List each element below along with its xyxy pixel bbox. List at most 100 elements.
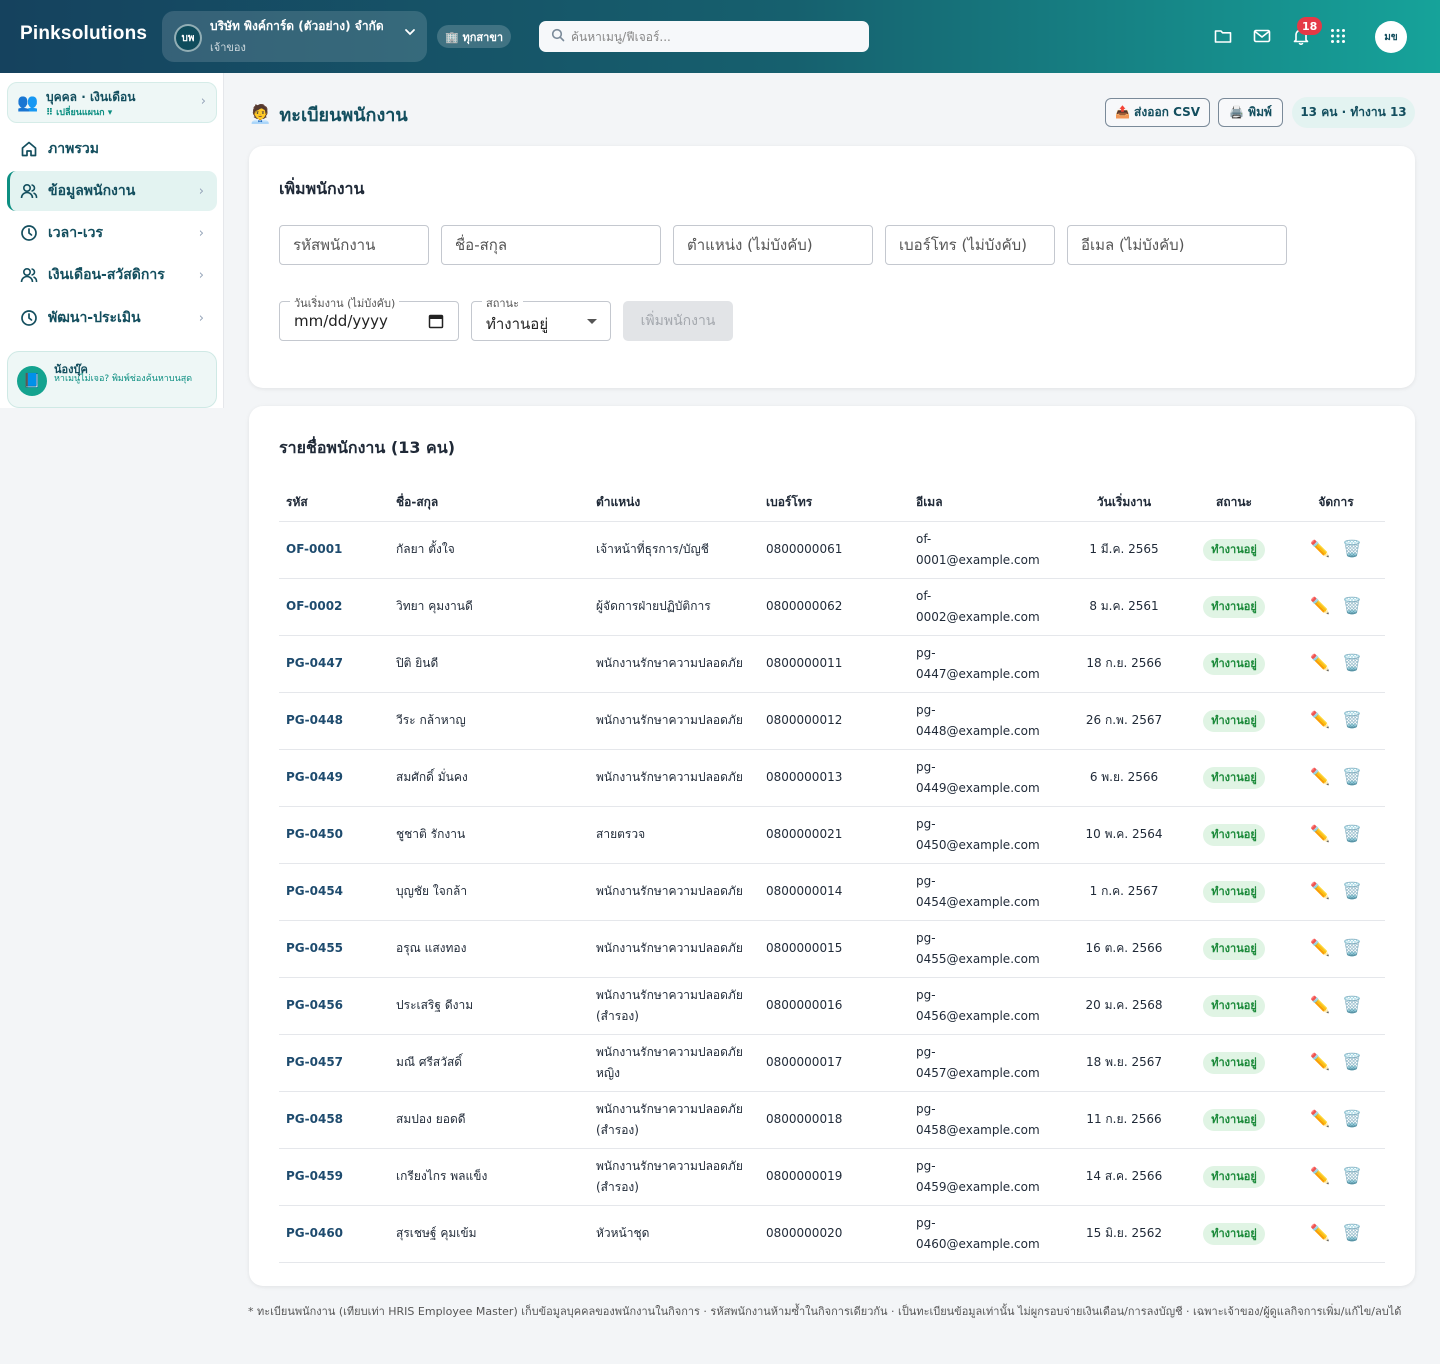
start-date-value[interactable]: mm/dd/yyyy xyxy=(294,312,388,330)
edit-icon[interactable]: ✏️ xyxy=(1310,1165,1330,1186)
email-field[interactable] xyxy=(1067,225,1287,265)
phone-input[interactable] xyxy=(886,226,1054,264)
employee-code[interactable]: OF-0001 xyxy=(279,521,389,579)
column-header-name[interactable]: ชื่อ-สกุล xyxy=(389,484,589,522)
full-name-input[interactable] xyxy=(442,226,660,264)
table-row[interactable]: OF-0002 วิทยา คุมงานดี ผู้จัดการฝ่ายปฏิบัต… xyxy=(279,578,1385,636)
table-row[interactable]: PG-0454 บุญชัย ใจกล้า พนักงานรักษาความปลอด… xyxy=(279,863,1385,921)
delete-icon[interactable]: 🗑️ xyxy=(1342,1051,1362,1072)
position-input[interactable] xyxy=(674,226,872,264)
employee-code-field[interactable] xyxy=(279,225,429,265)
employee-code[interactable]: PG-0456 xyxy=(279,977,389,1035)
module-switcher[interactable]: 👥 บุคคล · เงินเดือน ⠿ เปลี่ยนแผนก ▾ › xyxy=(7,82,217,123)
table-row[interactable]: PG-0456 ประเสริฐ ดีงาม พนักงานรักษาความปลอ… xyxy=(279,977,1385,1035)
employee-code[interactable]: PG-0448 xyxy=(279,692,389,750)
column-header-phone[interactable]: เบอร์โทร xyxy=(759,484,909,522)
edit-icon[interactable]: ✏️ xyxy=(1310,538,1330,559)
delete-icon[interactable]: 🗑️ xyxy=(1342,1222,1362,1243)
sidebar-item-payroll-benefits[interactable]: เงินเดือน-สวัสดิการ › xyxy=(7,255,217,295)
company-switcher[interactable]: บพ บริษัท พิงค์การ์ด (ตัวอย่าง) จำกัด เจ… xyxy=(162,11,427,62)
table-row[interactable]: PG-0457 มณี ศรีสวัสดิ์ พนักงานรักษาความปลอ… xyxy=(279,1034,1385,1092)
table-row[interactable]: PG-0447 ปิติ ยินดี พนักงานรักษาความปลอดภัย… xyxy=(279,635,1385,693)
delete-icon[interactable]: 🗑️ xyxy=(1342,595,1362,616)
employee-code[interactable]: OF-0002 xyxy=(279,578,389,636)
employee-start-date: 11 ก.ย. 2566 xyxy=(1067,1091,1181,1149)
column-header-status[interactable]: สถานะ xyxy=(1181,484,1287,522)
column-header-position[interactable]: ตำแหน่ง xyxy=(589,484,759,522)
brand-logo[interactable]: Pinksolutions xyxy=(20,23,147,45)
employee-code[interactable]: PG-0449 xyxy=(279,749,389,807)
table-row[interactable]: OF-0001 กัลยา ตั้งใจ เจ้าหน้าที่ธุรการ/บัญ… xyxy=(279,521,1385,579)
employee-name: วิทยา คุมงานดี xyxy=(389,578,589,636)
calendar-icon[interactable] xyxy=(428,313,444,329)
mail-icon[interactable] xyxy=(1250,24,1274,48)
table-row[interactable]: PG-0458 สมปอง ยอดดี พนักงานรักษาความปลอดภั… xyxy=(279,1091,1385,1149)
employee-position: พนักงานรักษาความปลอดภัย xyxy=(589,920,759,978)
employee-code[interactable]: PG-0454 xyxy=(279,863,389,921)
edit-icon[interactable]: ✏️ xyxy=(1310,652,1330,673)
apps-grid-icon[interactable] xyxy=(1326,24,1350,48)
employee-code-input[interactable] xyxy=(280,226,428,264)
folder-icon[interactable] xyxy=(1211,24,1235,48)
employee-code[interactable]: PG-0459 xyxy=(279,1148,389,1206)
assistant-helper[interactable]: 📘 น้องบุ๊ค หาเมนูไม่เจอ? พิมพ์ช่องค้นหาบ… xyxy=(7,351,217,408)
delete-icon[interactable]: 🗑️ xyxy=(1342,937,1362,958)
edit-icon[interactable]: ✏️ xyxy=(1310,1108,1330,1129)
employee-code[interactable]: PG-0455 xyxy=(279,920,389,978)
delete-icon[interactable]: 🗑️ xyxy=(1342,823,1362,844)
search-input[interactable] xyxy=(571,29,861,44)
actions-cell: ✏️ 🗑️ xyxy=(1287,977,1385,1035)
table-row[interactable]: PG-0455 อรุณ แสงทอง พนักงานรักษาความปลอดภั… xyxy=(279,920,1385,978)
email-suffix: 0002@example.com xyxy=(916,609,1040,624)
phone-field[interactable] xyxy=(885,225,1055,265)
delete-icon[interactable]: 🗑️ xyxy=(1342,1108,1362,1129)
employee-code[interactable]: PG-0458 xyxy=(279,1091,389,1149)
employee-phone: 0800000011 xyxy=(759,635,909,693)
add-employee-button[interactable]: เพิ่มพนักงาน xyxy=(623,301,733,341)
edit-icon[interactable]: ✏️ xyxy=(1310,994,1330,1015)
edit-icon[interactable]: ✏️ xyxy=(1310,766,1330,787)
email-input[interactable] xyxy=(1068,226,1286,264)
delete-icon[interactable]: 🗑️ xyxy=(1342,652,1362,673)
column-header-code[interactable]: รหัส xyxy=(279,484,389,522)
delete-icon[interactable]: 🗑️ xyxy=(1342,994,1362,1015)
sidebar-item-overview[interactable]: ภาพรวม xyxy=(7,129,217,169)
table-row[interactable]: PG-0450 ชูชาติ รักงาน สายตรวจ 0800000021 pg-… xyxy=(279,806,1385,864)
column-header-email[interactable]: อีเมล xyxy=(909,484,1067,522)
sidebar-item-employees[interactable]: ข้อมูลพนักงาน › xyxy=(7,171,217,211)
branch-selector[interactable]: 🏢 ทุกสาขา xyxy=(437,25,512,48)
table-row[interactable]: PG-0459 เกรียงไกร พลแข็ง พนักงานรักษาความป… xyxy=(279,1148,1385,1206)
edit-icon[interactable]: ✏️ xyxy=(1310,1051,1330,1072)
employee-email: pg- 0460@example.com xyxy=(909,1205,1067,1263)
edit-icon[interactable]: ✏️ xyxy=(1310,1222,1330,1243)
edit-icon[interactable]: ✏️ xyxy=(1310,823,1330,844)
table-row[interactable]: PG-0460 สุรเชษฐ์ คุมเข้ม หัวหน้าชุด 0800000… xyxy=(279,1205,1385,1263)
export-csv-button[interactable]: 📤 ส่งออก CSV xyxy=(1105,98,1210,127)
edit-icon[interactable]: ✏️ xyxy=(1310,880,1330,901)
delete-icon[interactable]: 🗑️ xyxy=(1342,538,1362,559)
module-change-label[interactable]: ⠿ เปลี่ยนแผนก ▾ xyxy=(46,105,112,119)
employee-code[interactable]: PG-0460 xyxy=(279,1205,389,1263)
edit-icon[interactable]: ✏️ xyxy=(1310,595,1330,616)
edit-icon[interactable]: ✏️ xyxy=(1310,709,1330,730)
delete-icon[interactable]: 🗑️ xyxy=(1342,766,1362,787)
sidebar-item-development[interactable]: พัฒนา-ประเมิน › xyxy=(7,298,217,338)
table-row[interactable]: PG-0448 วีระ กล้าหาญ พนักงานรักษาความปลอดภ… xyxy=(279,692,1385,750)
delete-icon[interactable]: 🗑️ xyxy=(1342,1165,1362,1186)
full-name-field[interactable] xyxy=(441,225,661,265)
table-row[interactable]: PG-0449 สมศักดิ์ มั่นคง พนักงานรักษาความปล… xyxy=(279,749,1385,807)
search-box[interactable] xyxy=(539,21,869,52)
employee-code[interactable]: PG-0447 xyxy=(279,635,389,693)
status-select[interactable]: สถานะ ทำงานอยู่ xyxy=(471,294,611,341)
user-avatar[interactable]: มข xyxy=(1375,21,1407,53)
start-date-field[interactable]: วันเริ่มงาน (ไม่บังคับ) mm/dd/yyyy xyxy=(279,294,459,341)
employee-code[interactable]: PG-0457 xyxy=(279,1034,389,1092)
position-field[interactable] xyxy=(673,225,873,265)
delete-icon[interactable]: 🗑️ xyxy=(1342,880,1362,901)
delete-icon[interactable]: 🗑️ xyxy=(1342,709,1362,730)
print-button[interactable]: 🖨️ พิมพ์ xyxy=(1218,98,1283,127)
employee-code[interactable]: PG-0450 xyxy=(279,806,389,864)
sidebar-item-time-shift[interactable]: เวลา-เวร › xyxy=(7,213,217,253)
column-header-start-date[interactable]: วันเริ่มงาน xyxy=(1067,484,1181,522)
edit-icon[interactable]: ✏️ xyxy=(1310,937,1330,958)
